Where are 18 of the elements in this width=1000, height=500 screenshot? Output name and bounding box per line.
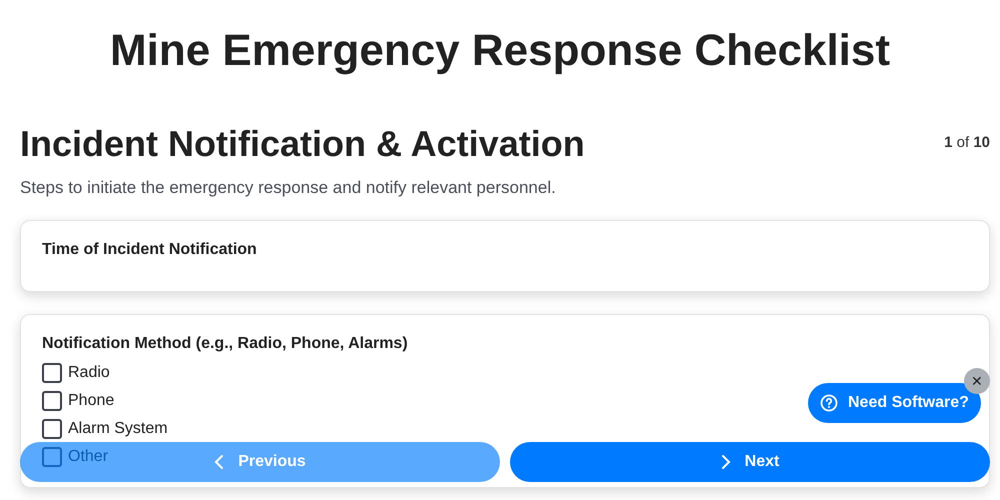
section-description: Steps to initiate the emergency response and notify relevant personnel. [20,178,557,198]
checkbox[interactable] [42,363,62,383]
chevron-right-icon [720,454,731,470]
option-label: Radio [68,364,110,382]
question-label: Time of Incident Notification [42,241,258,259]
checkbox[interactable] [42,391,62,411]
step-counter: 1 of 10 [944,134,990,151]
next-button[interactable]: Next [510,442,990,482]
option-label: Other [68,448,108,466]
question-label: Notification Method (e.g., Radio, Phone, Alarms) [42,335,409,353]
page-title: Mine Emergency Response Checklist [108,25,892,76]
question-icon [820,394,838,412]
checkbox[interactable] [42,447,62,467]
section-heading: Incident Notification & Activation [20,122,585,166]
option-label: Alarm System [68,420,168,438]
checkbox[interactable] [42,419,62,439]
chevron-left-icon [214,454,224,470]
option-label: Phone [68,392,114,410]
